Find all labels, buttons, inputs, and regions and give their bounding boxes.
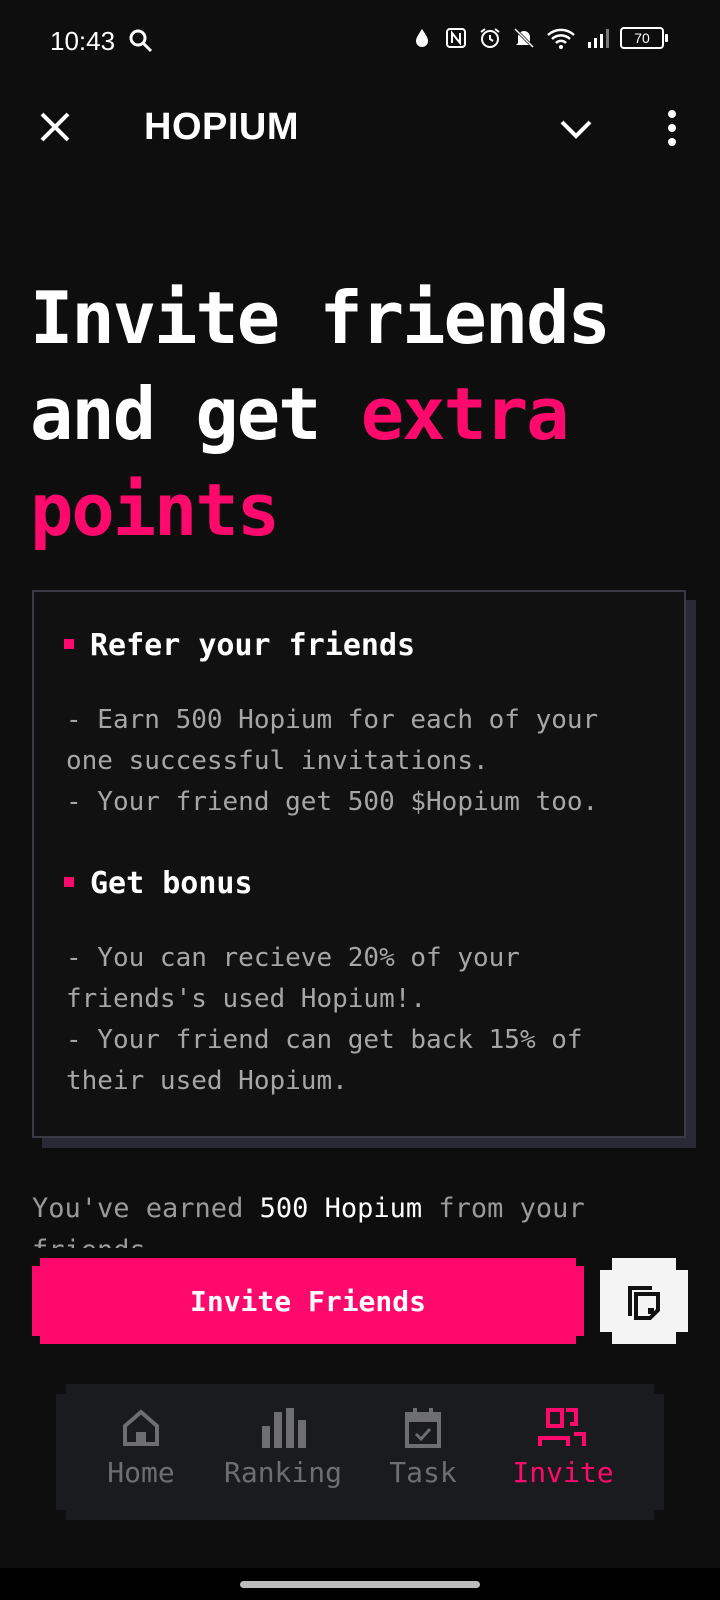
headline-accent-extra: extra (360, 372, 570, 456)
section-body-bonus: - You can recieve 20% of your friends's … (66, 943, 583, 1096)
bullet-icon (64, 638, 74, 649)
headline-line-2: and get extra (30, 366, 690, 462)
battery-icon: 70 (620, 27, 668, 49)
signal-icon (588, 29, 609, 48)
nav-item-task[interactable]: Task (348, 1406, 498, 1489)
headline-accent-points: points (30, 468, 280, 552)
status-bar: 10:43 70 (0, 0, 720, 84)
chevron-down-icon[interactable] (558, 110, 594, 146)
search-icon (128, 28, 154, 58)
home-icon (119, 1406, 163, 1450)
earned-amount: 500 Hopium (259, 1193, 423, 1224)
nav-label-ranking: Ranking (223, 1456, 342, 1489)
invite-icon (538, 1406, 588, 1450)
headline-plain: and get (30, 372, 361, 456)
status-icons: 70 (410, 26, 668, 50)
nfc-icon (446, 28, 466, 48)
bullet-icon (64, 876, 74, 887)
page-headline: Invite friends and get extra points (30, 270, 690, 558)
copy-link-button[interactable] (600, 1258, 688, 1344)
nav-label-invite: Invite (512, 1456, 614, 1489)
earned-summary: You've earned 500 Hopium from your frien… (32, 1188, 672, 1248)
ranking-icon (258, 1406, 308, 1450)
headline-line-1: Invite friends (30, 276, 611, 360)
nav-label-home: Home (107, 1456, 175, 1489)
more-vertical-icon[interactable] (660, 108, 684, 148)
nav-item-home[interactable]: Home (66, 1406, 216, 1489)
section-title-refer-text: Refer your friends (90, 628, 416, 663)
nav-item-invite[interactable]: Invite (488, 1406, 638, 1489)
home-indicator[interactable] (240, 1581, 480, 1588)
wifi-icon (547, 28, 575, 49)
bell-muted-icon (513, 27, 535, 49)
alarm-icon (480, 28, 500, 48)
bottom-nav: Home Ranking Task Invite (56, 1384, 664, 1520)
section-title-bonus: Get bonus (64, 866, 253, 901)
section-title-refer: Refer your friends (64, 628, 415, 663)
app-bar: HOPIUM (0, 84, 720, 174)
nav-item-ranking[interactable]: Ranking (208, 1406, 358, 1489)
invite-friends-button[interactable]: Invite Friends (32, 1258, 584, 1344)
data-saver-icon (416, 29, 428, 47)
earned-prefix: You've earned (32, 1193, 260, 1224)
task-icon (401, 1406, 445, 1450)
app-title: HOPIUM (144, 106, 299, 148)
close-icon[interactable] (38, 110, 72, 144)
status-time: 10:43 (50, 26, 116, 56)
nav-label-task: Task (389, 1456, 457, 1489)
copy-icon (624, 1280, 664, 1322)
section-body-refer: - Earn 500 Hopium for each of your one s… (66, 705, 599, 817)
section-title-bonus-text: Get bonus (90, 866, 253, 901)
